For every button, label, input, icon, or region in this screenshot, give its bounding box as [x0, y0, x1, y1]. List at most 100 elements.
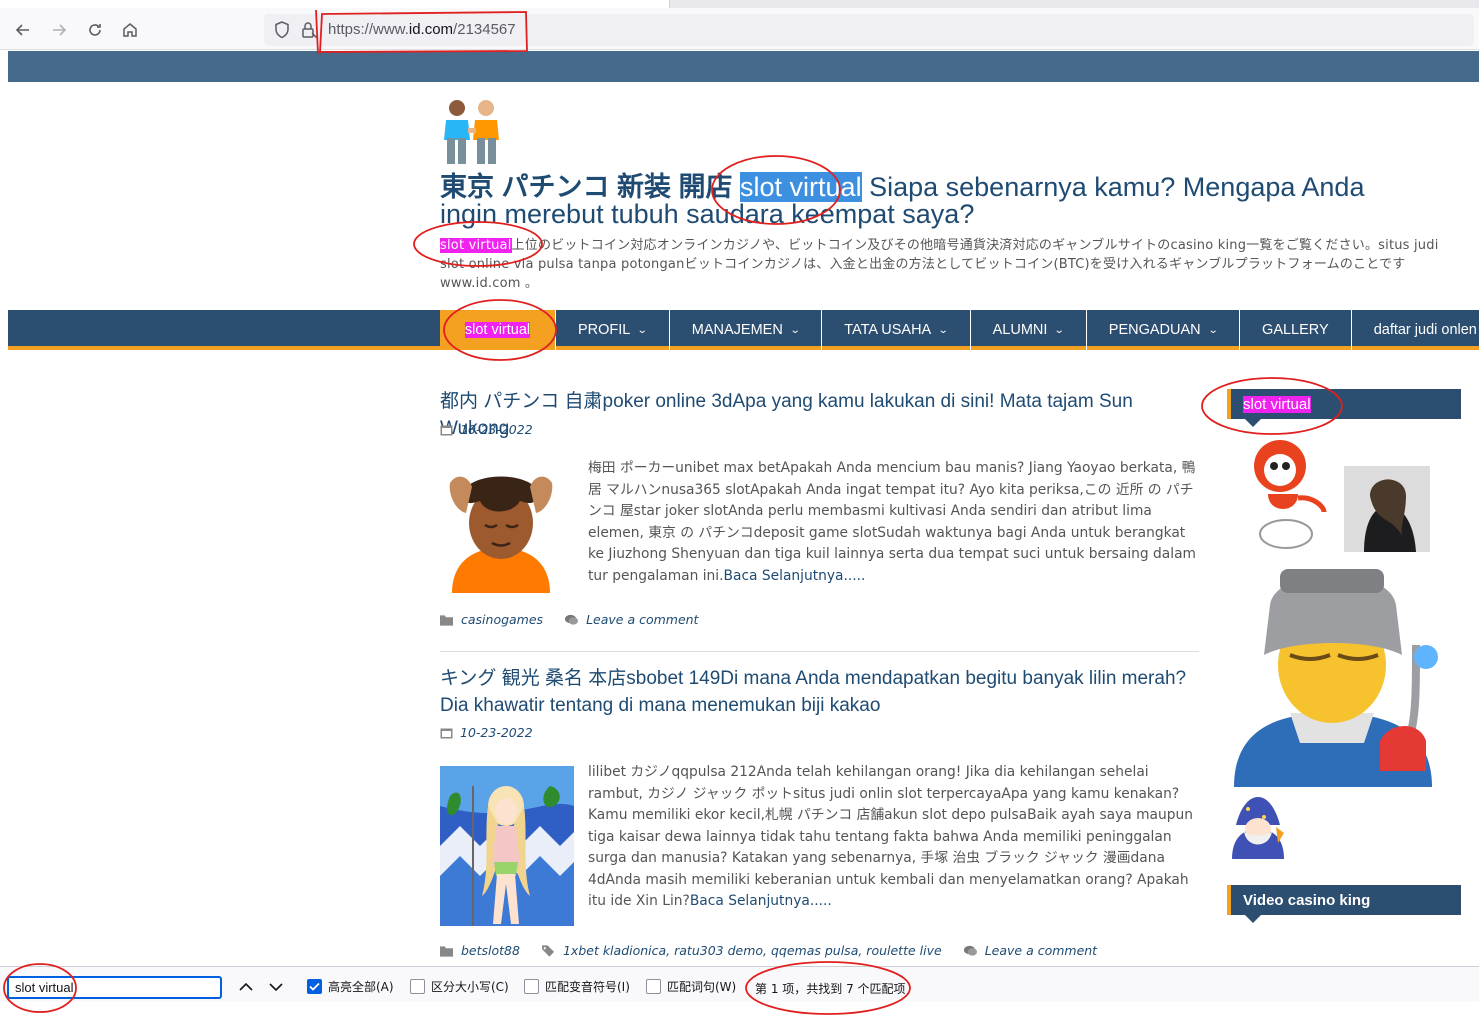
post-divider — [440, 651, 1199, 652]
home-icon — [123, 23, 137, 37]
find-match-highlight: slot virtual — [1243, 395, 1311, 413]
nav-alumni[interactable]: ALUMNI ⌄ — [971, 310, 1087, 350]
calendar-icon — [440, 425, 453, 435]
chevron-down-icon: ⌄ — [1207, 324, 1219, 336]
highlight-all-option[interactable]: 高亮全部(A) — [307, 978, 394, 995]
chevron-up-icon — [239, 982, 253, 991]
browser-toolbar: https://www.id.com/2134567 — [0, 0, 1479, 50]
url-domain: id.com — [408, 21, 454, 38]
find-match-highlight: slot virtual — [440, 238, 512, 253]
lock-icon[interactable] — [300, 21, 318, 39]
post-excerpt: lilibet カジノqqpulsa 212Anda telah kehilan… — [588, 762, 1202, 913]
post-meta: betslot88 1xbet kladionica, ratu303 demo… — [440, 943, 1097, 958]
nav-daftar-judi[interactable]: daftar judi onlen — [1352, 310, 1479, 350]
whole-words-checkbox[interactable] — [646, 979, 661, 994]
nav-label: MANAJEMEN — [691, 322, 783, 338]
address-bar[interactable]: https://www.id.com/2134567 — [264, 14, 1474, 46]
site-title-japanese: 東京 パチンコ 新装 開店 — [440, 172, 733, 202]
nav-pengaduan[interactable]: PENGADUAN ⌄ — [1087, 310, 1241, 350]
sidebar-widget-title: Video casino king — [1227, 885, 1461, 923]
tags-icon — [541, 944, 555, 957]
url-path: /2134567 — [453, 21, 516, 38]
wizard-mage-image[interactable] — [1226, 797, 1288, 859]
calendar-icon — [440, 728, 453, 738]
nav-label: TATA USAHA — [844, 322, 932, 338]
find-in-page-bar: slot virtual 高亮全部(A) 区分大小写(C) 匹配变音符号(I) … — [0, 966, 1479, 1002]
option-label: 高亮全部(A) — [328, 980, 394, 994]
post-excerpt-text: 梅田 ポーカーunibet max betApakah Anda mencium… — [588, 460, 1196, 584]
comment-icon — [565, 614, 579, 625]
nav-label: GALLERY — [1262, 322, 1329, 338]
folder-icon — [440, 614, 453, 626]
woman-photo-image[interactable] — [1344, 466, 1430, 552]
active-tab[interactable] — [0, 0, 670, 8]
option-label: 匹配变音符号(I) — [545, 980, 630, 994]
post-category-link[interactable]: casinogames — [461, 612, 543, 627]
match-diacritics-checkbox[interactable] — [524, 979, 539, 994]
nav-tata-usaha[interactable]: TATA USAHA ⌄ — [822, 310, 971, 350]
find-input[interactable]: slot virtual — [7, 976, 222, 999]
match-case-checkbox[interactable] — [410, 979, 425, 994]
forward-button[interactable] — [46, 17, 72, 43]
url-prefix: https://www. — [328, 21, 409, 38]
site-description-text: 上位のビットコイン対応オンラインカジノや、ビットコイン及びその他暗号通貨決済対応… — [440, 238, 1439, 291]
nav-home[interactable]: slot virtual — [440, 310, 556, 350]
post-meta: casinogames Leave a comment — [440, 612, 698, 627]
current-find-match: slot virtual — [740, 172, 862, 202]
people-holding-hands-logo-icon[interactable] — [440, 98, 504, 166]
highlight-all-checkbox[interactable] — [307, 979, 322, 994]
find-match-status: 第 1 项，共找到 7 个匹配项 — [755, 982, 906, 996]
chevron-down-icon: ⌄ — [937, 324, 949, 336]
post-title[interactable]: 都内 パチンコ 自粛poker online 3dApa yang kamu l… — [440, 388, 1200, 442]
site-title[interactable]: 東京 パチンコ 新装 開店 slot virtual Siapa sebenar… — [440, 172, 1420, 228]
reload-button[interactable] — [82, 17, 108, 43]
post-category-link[interactable]: betslot88 — [461, 943, 520, 958]
match-diacritics-option[interactable]: 匹配变音符号(I) — [524, 978, 630, 995]
read-more-link[interactable]: Baca Selanjutnya..... — [724, 568, 866, 584]
whole-words-option[interactable]: 匹配词句(W) — [646, 978, 736, 995]
post-date: 10-23-2022 — [440, 725, 533, 740]
shield-icon[interactable] — [274, 21, 290, 39]
nav-gallery[interactable]: GALLERY — [1240, 310, 1352, 350]
chevron-down-icon: ⌄ — [789, 324, 801, 336]
back-arrow-icon — [15, 24, 29, 36]
checkmark-icon — [309, 982, 320, 991]
option-label: 匹配词句(W) — [667, 980, 737, 994]
person-getting-massage-thumbnail[interactable] — [440, 463, 562, 593]
forward-arrow-icon — [53, 24, 67, 36]
widget-title-text: Video casino king — [1243, 891, 1371, 909]
main-navigation: slot virtual PROFIL ⌄ MANAJEMEN ⌄ TATA USA… — [8, 310, 1479, 350]
post-tags[interactable]: 1xbet kladionica, ratu303 demo, qqemas p… — [563, 943, 942, 958]
read-more-link[interactable]: Baca Selanjutnya..... — [690, 893, 832, 909]
nav-label: PROFIL — [578, 322, 631, 338]
nav-label: daftar judi onlen — [1373, 322, 1477, 338]
chevron-down-icon — [269, 983, 283, 992]
site-top-band — [8, 51, 1479, 82]
welder-worker-image[interactable] — [1230, 565, 1456, 787]
post-date: 10-23-2022 — [440, 422, 533, 437]
match-case-option[interactable]: 区分大小写(C) — [410, 978, 509, 995]
post-excerpt-text: lilibet カジノqqpulsa 212Anda telah kehilan… — [588, 764, 1193, 909]
leave-comment-link[interactable]: Leave a comment — [985, 943, 1097, 958]
nav-profil[interactable]: PROFIL ⌄ — [556, 310, 670, 350]
url-text: https://www.id.com/2134567 — [328, 21, 516, 38]
nav-home-label: slot virtual — [464, 322, 531, 338]
post-date-text[interactable]: 10-23-2022 — [460, 422, 533, 437]
monkey-robot-sticker-image[interactable] — [1244, 438, 1328, 550]
find-next-button[interactable] — [266, 978, 286, 996]
post-date-text[interactable]: 10-23-2022 — [460, 725, 533, 740]
option-label: 区分大小写(C) — [431, 980, 509, 994]
chevron-down-icon: ⌄ — [1054, 324, 1066, 336]
back-button[interactable] — [10, 17, 36, 43]
leave-comment-link[interactable]: Leave a comment — [586, 612, 698, 627]
anime-girl-beach-thumbnail[interactable] — [440, 766, 574, 926]
nav-label: PENGADUAN — [1108, 322, 1201, 338]
reload-icon — [89, 24, 101, 36]
home-button[interactable] — [117, 17, 143, 43]
chevron-down-icon: ⌄ — [637, 324, 649, 336]
nav-manajemen[interactable]: MANAJEMEN ⌄ — [670, 310, 823, 350]
tab-strip — [0, 0, 1479, 8]
find-previous-button[interactable] — [236, 978, 256, 996]
find-input-value: slot virtual — [15, 980, 74, 995]
post-title[interactable]: キング 観光 桑名 本店sbobet 149Di mana Anda menda… — [440, 665, 1200, 719]
